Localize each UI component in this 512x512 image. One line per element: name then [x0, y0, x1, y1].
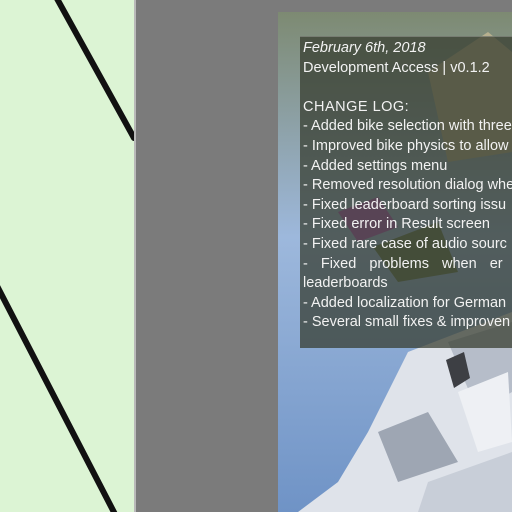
changelog-heading: CHANGE LOG:	[303, 98, 410, 115]
changelog-item: - Several small fixes & improven	[303, 314, 511, 331]
changelog-item: leaderboards	[303, 275, 388, 292]
changelog-panel: February 6th, 2018 Development Access | …	[300, 36, 512, 348]
diagonal-lines-decoration	[0, 0, 134, 512]
changelog-version: Development Access | v0.1.2	[303, 59, 490, 76]
changelog-item: - Fixed rare case of audio sourc	[303, 235, 507, 252]
changelog-item: - Removed resolution dialog when	[303, 177, 512, 194]
changelog-item: - Improved bike physics to allow	[303, 137, 509, 154]
changelog-item: - Fixed error in Result screen	[303, 216, 490, 233]
changelog-item: - Fixed problems when er	[303, 255, 503, 272]
changelog-item: - Added bike selection with three	[303, 118, 512, 135]
changelog-item: - Added settings menu	[303, 157, 448, 174]
changelog-date: February 6th, 2018	[303, 40, 426, 56]
changelog-item: - Fixed leaderboard sorting issu	[303, 196, 507, 213]
changelog-item: - Added localization for German	[303, 294, 507, 311]
left-panel	[0, 0, 136, 512]
